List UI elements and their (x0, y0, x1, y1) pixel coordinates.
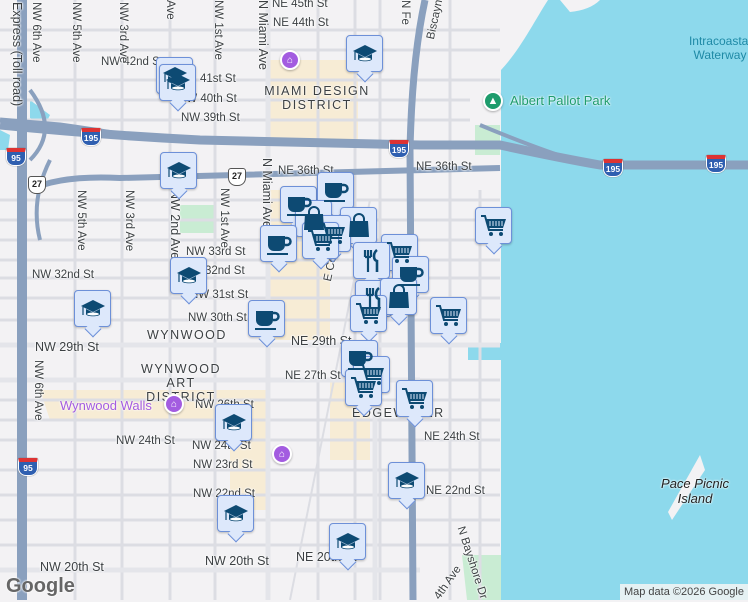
coffee-cup-icon (253, 305, 281, 333)
water-biscayne-bay (468, 0, 748, 600)
cafe-marker[interactable] (260, 225, 297, 262)
cafe-marker[interactable] (317, 172, 354, 209)
street-label: N Miami Ave (260, 158, 274, 228)
street-label: N Miami Ave (256, 0, 270, 70)
street-label: NW 1st Ave (218, 188, 230, 248)
school-marker[interactable] (346, 35, 383, 72)
interstate-95-shield-icon: 95 (18, 458, 38, 476)
us-27-shield-icon: 27 (228, 168, 246, 186)
island-label-pace-picnic-island: Pace Picnic Island (661, 476, 729, 506)
street-label: NW 39th St (181, 112, 240, 124)
street-label: NW 1st Ave (212, 0, 224, 60)
graduation-cap-icon (351, 40, 379, 68)
street-label: Ave (164, 0, 176, 20)
street-label: NE 22nd St (426, 485, 485, 497)
grocery-marker[interactable] (475, 207, 512, 244)
graduation-cap-icon (164, 69, 192, 97)
cafe-marker[interactable] (248, 300, 285, 337)
grocery-marker[interactable] (302, 222, 339, 259)
street-label: NW 6th Ave (30, 2, 42, 63)
school-marker[interactable] (170, 257, 207, 294)
school-marker[interactable] (217, 495, 254, 532)
school-marker[interactable] (329, 523, 366, 560)
street-label: N Fe (399, 0, 411, 25)
poi-albert-pallot-park[interactable]: Albert Pallot Park (510, 93, 610, 108)
water-label-intracoastal-waterway: Intracoastal Waterway (688, 34, 748, 62)
interstate-195-shield-icon: 195 (81, 128, 101, 146)
shopping-cart-icon (401, 385, 429, 413)
graduation-cap-icon (220, 409, 248, 437)
street-label: NE 36th St (416, 161, 472, 173)
interstate-195-shield-icon: 195 (706, 155, 726, 173)
grocery-marker[interactable] (430, 297, 467, 334)
interstate-95-shield-icon: 95 (6, 148, 26, 166)
coffee-cup-icon (265, 230, 293, 258)
street-label: NW 20th St (40, 560, 104, 574)
school-marker[interactable] (388, 462, 425, 499)
street-label: NE 24th St (424, 431, 480, 443)
graduation-cap-icon (222, 500, 250, 528)
street-label: NW 5th Ave (75, 190, 87, 251)
street-label: NW 24th St (116, 435, 175, 447)
shopping-cart-icon (350, 374, 378, 402)
graduation-cap-icon (165, 157, 193, 185)
street-label: NW 32nd St (32, 269, 94, 281)
graduation-cap-icon (334, 528, 362, 556)
district-label-miami-design-district: MIAMI DESIGN DISTRICT (264, 84, 370, 112)
school-marker[interactable] (160, 152, 197, 189)
shopping-cart-icon (480, 212, 508, 240)
shopping-bag-icon (385, 283, 413, 311)
school-marker[interactable] (74, 290, 111, 327)
coffee-cup-icon (322, 177, 350, 205)
street-label: NE 44th St (273, 17, 329, 29)
fork-knife-icon (358, 247, 386, 275)
street-label: 41st St (200, 73, 236, 85)
street-label: NW 30th St (188, 312, 247, 324)
street-label: NE 45th St (272, 0, 328, 10)
street-label: NW 23rd St (193, 459, 253, 471)
school-marker[interactable] (215, 404, 252, 441)
museum-icon[interactable]: ⌂ (164, 394, 184, 414)
google-logo[interactable]: Google (6, 575, 75, 598)
street-label: NW 6th Ave (32, 360, 44, 421)
shopping-cart-icon (435, 302, 463, 330)
map-attribution[interactable]: Map data ©2026 Google (619, 584, 748, 600)
graduation-cap-icon (79, 295, 107, 323)
grocery-marker[interactable] (396, 380, 433, 417)
interstate-195-shield-icon: 195 (603, 159, 623, 177)
street-label: NW 2nd Ave (168, 190, 182, 260)
museum-icon[interactable]: ⌂ (272, 444, 292, 464)
district-label-wynwood: WYNWOOD (147, 328, 227, 342)
street-label: NW 29th St (35, 340, 99, 354)
street-label: NW 20th St (205, 554, 269, 568)
interstate-195-shield-icon: 195 (389, 140, 409, 158)
street-label: 32nd St (205, 265, 245, 277)
restaurant-marker[interactable] (353, 242, 390, 279)
graduation-cap-icon (393, 467, 421, 495)
highway-label: Express (Toll road) (10, 2, 24, 107)
street-label: NW 5th Ave (70, 2, 82, 63)
poi-wynwood-walls[interactable]: Wynwood Walls (60, 398, 152, 413)
graduation-cap-icon (175, 262, 203, 290)
shop-marker[interactable] (380, 278, 417, 315)
museum-icon[interactable]: ⌂ (280, 50, 300, 70)
street-label: NW 3rd Ave (123, 190, 135, 252)
shopping-cart-icon (355, 300, 383, 328)
grocery-marker[interactable] (345, 369, 382, 406)
park-tree-icon[interactable]: ▲ (483, 91, 503, 111)
grocery-marker[interactable] (350, 295, 387, 332)
school-marker[interactable] (159, 64, 196, 101)
street-label: NW 3rd Ave (117, 2, 129, 64)
street-label: NW 42nd St (101, 56, 163, 68)
street-label: NE 27th St (285, 370, 341, 382)
us-27-shield-icon: 27 (28, 176, 46, 194)
shopping-bag-icon (345, 212, 373, 240)
shopping-cart-icon (307, 227, 335, 255)
